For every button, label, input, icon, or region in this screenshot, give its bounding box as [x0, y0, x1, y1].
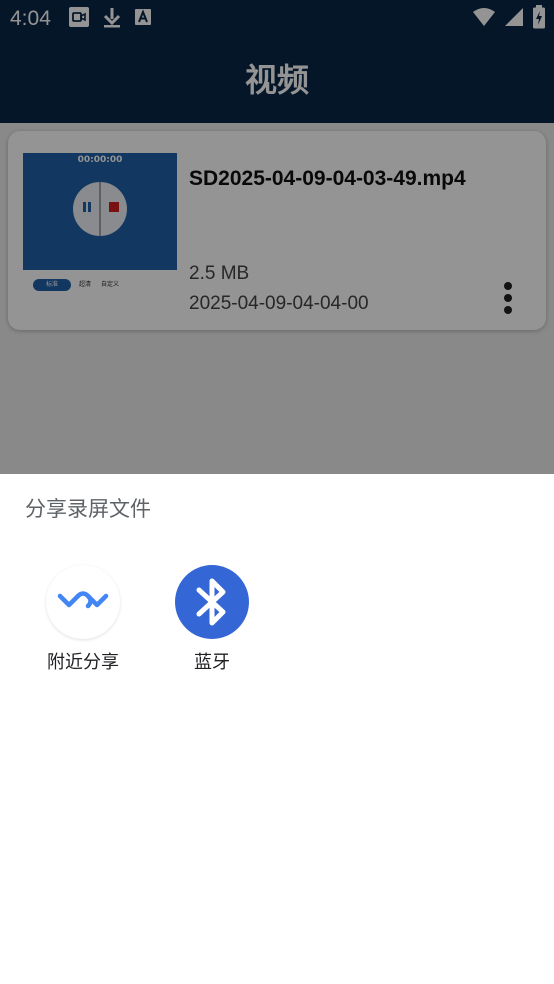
share-sheet: 分享录屏文件 附近分享 蓝牙	[0, 474, 554, 984]
nearby-share-icon	[46, 565, 120, 639]
bluetooth-icon	[175, 565, 249, 639]
bluetooth-label: 蓝牙	[194, 652, 230, 673]
share-sheet-title: 分享录屏文件	[25, 497, 151, 521]
bluetooth-share-option[interactable]: 蓝牙	[157, 565, 267, 685]
nearby-share-label: 附近分享	[47, 652, 119, 673]
nearby-share-option[interactable]: 附近分享	[28, 565, 138, 685]
